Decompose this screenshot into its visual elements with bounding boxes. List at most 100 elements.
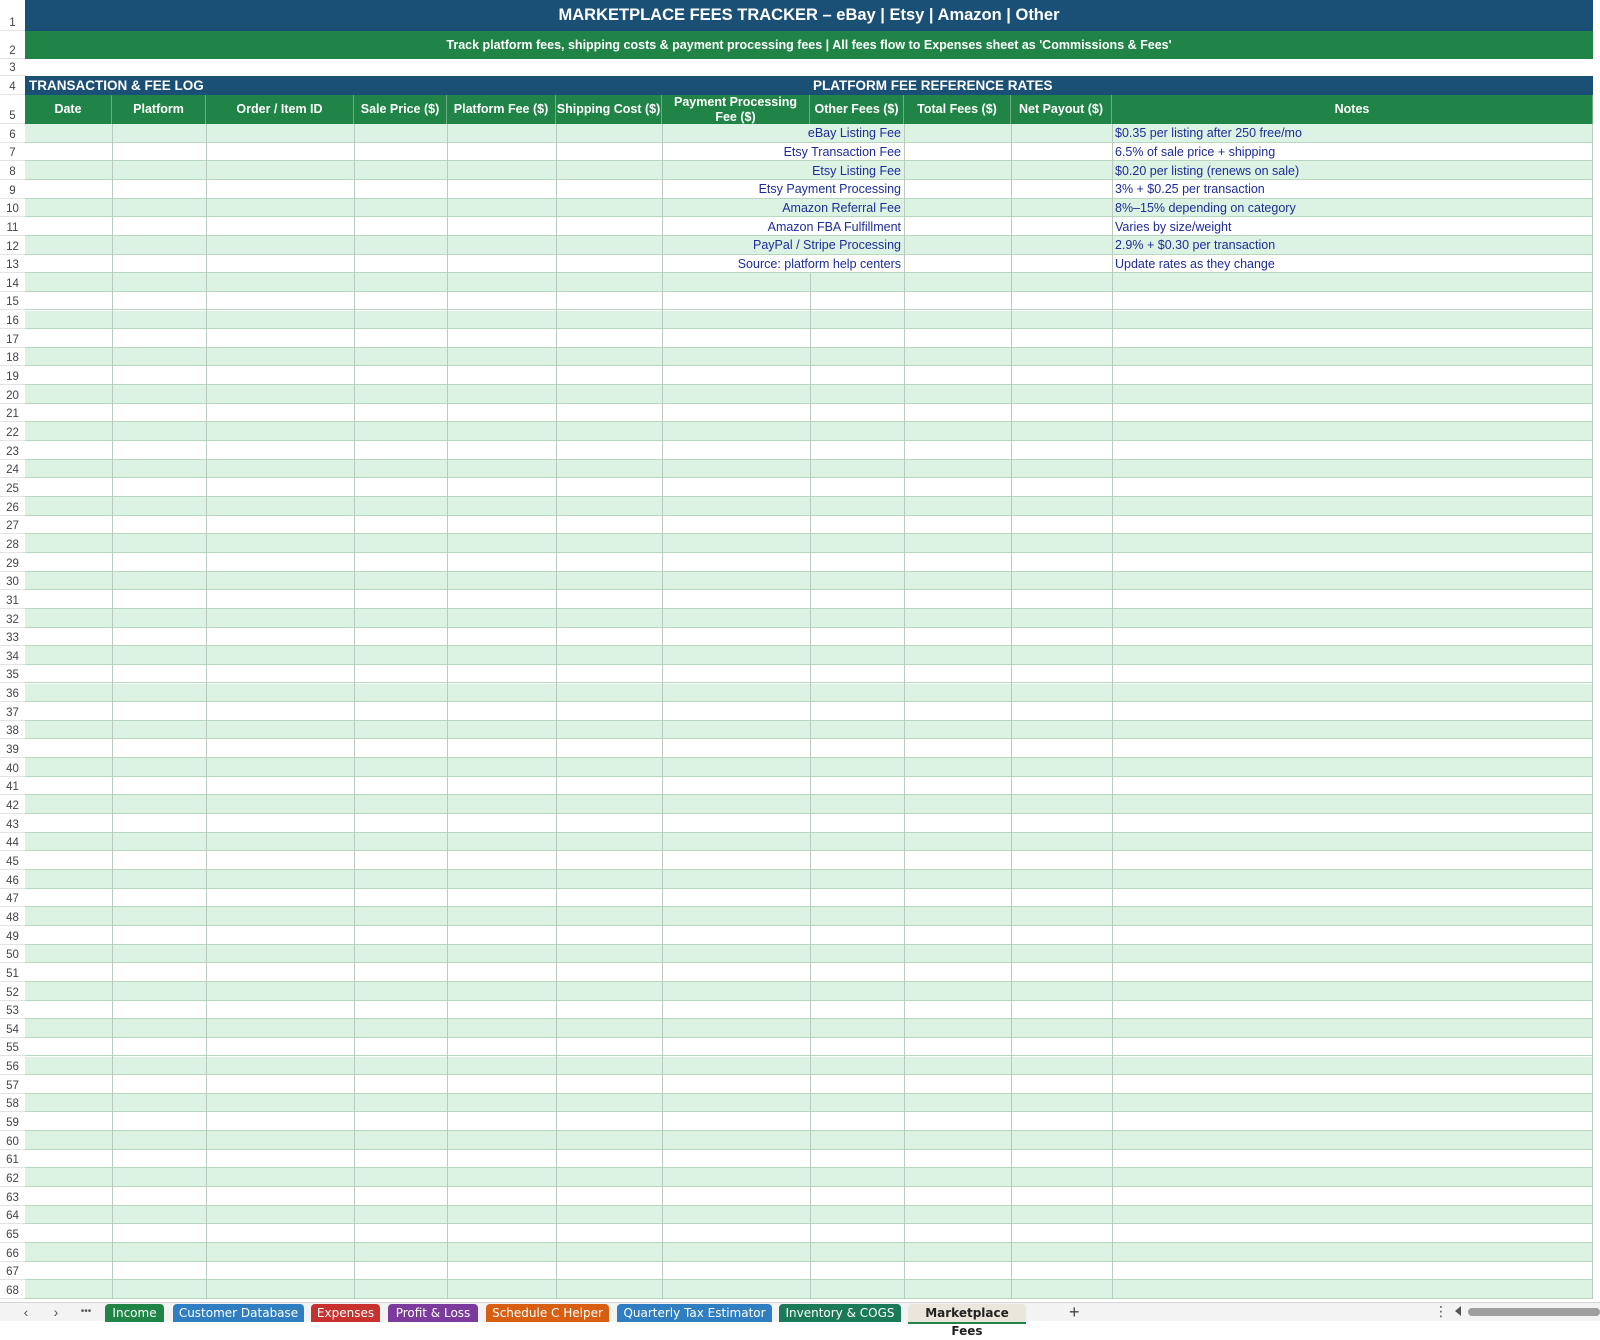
column-header[interactable]: Date <box>25 95 112 124</box>
table-row[interactable] <box>25 1038 1593 1057</box>
row-number[interactable]: 31 <box>0 590 25 609</box>
column-header[interactable]: Order / Item ID <box>206 95 354 124</box>
sheet-tab[interactable]: Customer Database <box>173 1304 304 1322</box>
table-row[interactable] <box>25 571 1593 591</box>
row-number[interactable]: 27 <box>0 515 25 535</box>
next-sheet-icon[interactable]: › <box>46 1304 66 1320</box>
row-number[interactable]: 54 <box>0 1019 25 1038</box>
row-number[interactable]: 25 <box>0 478 25 497</box>
table-row[interactable] <box>25 720 1593 740</box>
column-header[interactable]: Total Fees ($) <box>904 95 1011 124</box>
reference-fee-label[interactable]: Etsy Payment Processing <box>662 180 904 199</box>
reference-fee-label[interactable]: Amazon FBA Fulfillment <box>662 217 904 236</box>
column-header[interactable]: Other Fees ($) <box>810 95 904 124</box>
row-number[interactable]: 33 <box>0 627 25 647</box>
table-row[interactable] <box>25 608 1593 628</box>
reference-fee-note[interactable]: Varies by size/weight <box>1112 217 1593 236</box>
row-number[interactable]: 47 <box>0 888 25 908</box>
table-row[interactable] <box>25 1224 1593 1243</box>
table-row[interactable] <box>25 366 1593 386</box>
table-row[interactable] <box>25 273 1593 292</box>
row-number[interactable]: 19 <box>0 366 25 386</box>
options-icon[interactable]: ⋮ <box>1434 1303 1448 1320</box>
row-number[interactable]: 59 <box>0 1112 25 1132</box>
table-row[interactable] <box>25 347 1593 367</box>
table-row[interactable] <box>25 1001 1593 1020</box>
reference-fee-note[interactable]: 6.5% of sale price + shipping <box>1112 143 1593 162</box>
row-number[interactable]: 5 <box>0 95 25 124</box>
reference-fee-label[interactable]: eBay Listing Fee <box>662 124 904 143</box>
table-row[interactable] <box>25 1131 1593 1150</box>
row-number[interactable]: 38 <box>0 720 25 740</box>
row-number[interactable]: 1 <box>0 0 25 31</box>
row-number[interactable]: 16 <box>0 310 25 330</box>
row-number[interactable]: 52 <box>0 981 25 1001</box>
table-row[interactable] <box>25 1075 1593 1094</box>
row-number[interactable]: 62 <box>0 1168 25 1188</box>
reference-fee-note[interactable]: 2.9% + $0.30 per transaction <box>1112 236 1593 255</box>
row-number[interactable]: 49 <box>0 925 25 945</box>
row-number[interactable]: 57 <box>0 1075 25 1094</box>
row-number[interactable]: 8 <box>0 161 25 180</box>
row-number[interactable]: 67 <box>0 1261 25 1281</box>
row-number[interactable]: 22 <box>0 422 25 442</box>
reference-fee-label[interactable]: Source: platform help centers <box>662 255 904 274</box>
column-header[interactable]: Payment Processing Fee ($) <box>662 95 810 124</box>
reference-fee-note[interactable]: 8%–15% depending on category <box>1112 199 1593 218</box>
table-row[interactable] <box>25 870 1593 889</box>
table-row[interactable] <box>25 665 1593 684</box>
table-row[interactable] <box>25 851 1593 870</box>
row-number[interactable]: 4 <box>0 76 25 95</box>
reference-fee-label[interactable]: Amazon Referral Fee <box>662 199 904 218</box>
table-row[interactable] <box>25 1243 1593 1262</box>
table-row[interactable] <box>25 702 1593 721</box>
row-number[interactable]: 41 <box>0 776 25 796</box>
blank-row-3[interactable] <box>25 59 1593 76</box>
spreadsheet-grid[interactable]: 1 2 3 4 5 6 7 8 9 10 11 12 13 14 15 16 17 18 19 20 21 22 23 24 2… <box>0 0 1600 1302</box>
table-row[interactable] <box>25 292 1593 311</box>
row-number[interactable]: 14 <box>0 273 25 292</box>
row-number[interactable]: 42 <box>0 795 25 815</box>
more-sheets-icon[interactable]: ••• <box>76 1304 96 1320</box>
row-number[interactable]: 13 <box>0 254 25 274</box>
table-row[interactable] <box>25 1093 1593 1113</box>
table-row[interactable] <box>25 963 1593 982</box>
sheet-subtitle[interactable]: Track platform fees, shipping costs & pa… <box>25 31 1593 59</box>
sheet-title[interactable]: MARKETPLACE FEES TRACKER – eBay | Etsy |… <box>25 0 1593 31</box>
reference-fee-note[interactable]: $0.20 per listing (renews on sale) <box>1112 161 1593 180</box>
row-number[interactable]: 12 <box>0 235 25 255</box>
table-row[interactable] <box>25 497 1593 516</box>
table-row[interactable] <box>25 814 1593 833</box>
row-number[interactable]: 35 <box>0 664 25 684</box>
table-row[interactable] <box>25 534 1593 553</box>
row-number[interactable]: 29 <box>0 552 25 572</box>
sheet-tab[interactable]: Inventory & COGS <box>779 1304 901 1322</box>
table-row[interactable] <box>25 1150 1593 1169</box>
add-sheet-icon[interactable]: + <box>1069 1302 1080 1323</box>
table-row[interactable] <box>25 795 1593 815</box>
table-row[interactable] <box>25 758 1593 777</box>
row-number[interactable]: 32 <box>0 608 25 628</box>
table-row[interactable] <box>25 777 1593 796</box>
row-number[interactable]: 10 <box>0 198 25 218</box>
row-number[interactable]: 43 <box>0 814 25 833</box>
row-number[interactable]: 26 <box>0 497 25 516</box>
sheet-tab[interactable]: Marketplace Fees <box>908 1304 1026 1338</box>
row-number[interactable]: 58 <box>0 1093 25 1113</box>
sheet-tab[interactable]: Expenses <box>311 1304 380 1322</box>
table-row[interactable] <box>25 1056 1593 1076</box>
row-number[interactable]: 17 <box>0 329 25 348</box>
reference-fee-label[interactable]: Etsy Listing Fee <box>662 161 904 180</box>
reference-fee-label[interactable]: Etsy Transaction Fee <box>662 143 904 162</box>
row-number[interactable]: 63 <box>0 1187 25 1206</box>
table-row[interactable] <box>25 944 1593 964</box>
reference-fee-note[interactable]: 3% + $0.25 per transaction <box>1112 180 1593 199</box>
row-number[interactable]: 44 <box>0 832 25 852</box>
table-row[interactable] <box>25 404 1593 423</box>
sheet-tab[interactable]: Profit & Loss <box>388 1304 478 1322</box>
row-number[interactable]: 3 <box>0 59 25 76</box>
prev-sheet-icon[interactable]: ‹ <box>16 1304 36 1320</box>
table-row[interactable] <box>25 981 1593 1001</box>
row-number[interactable]: 37 <box>0 702 25 721</box>
row-number[interactable]: 2 <box>0 31 25 59</box>
